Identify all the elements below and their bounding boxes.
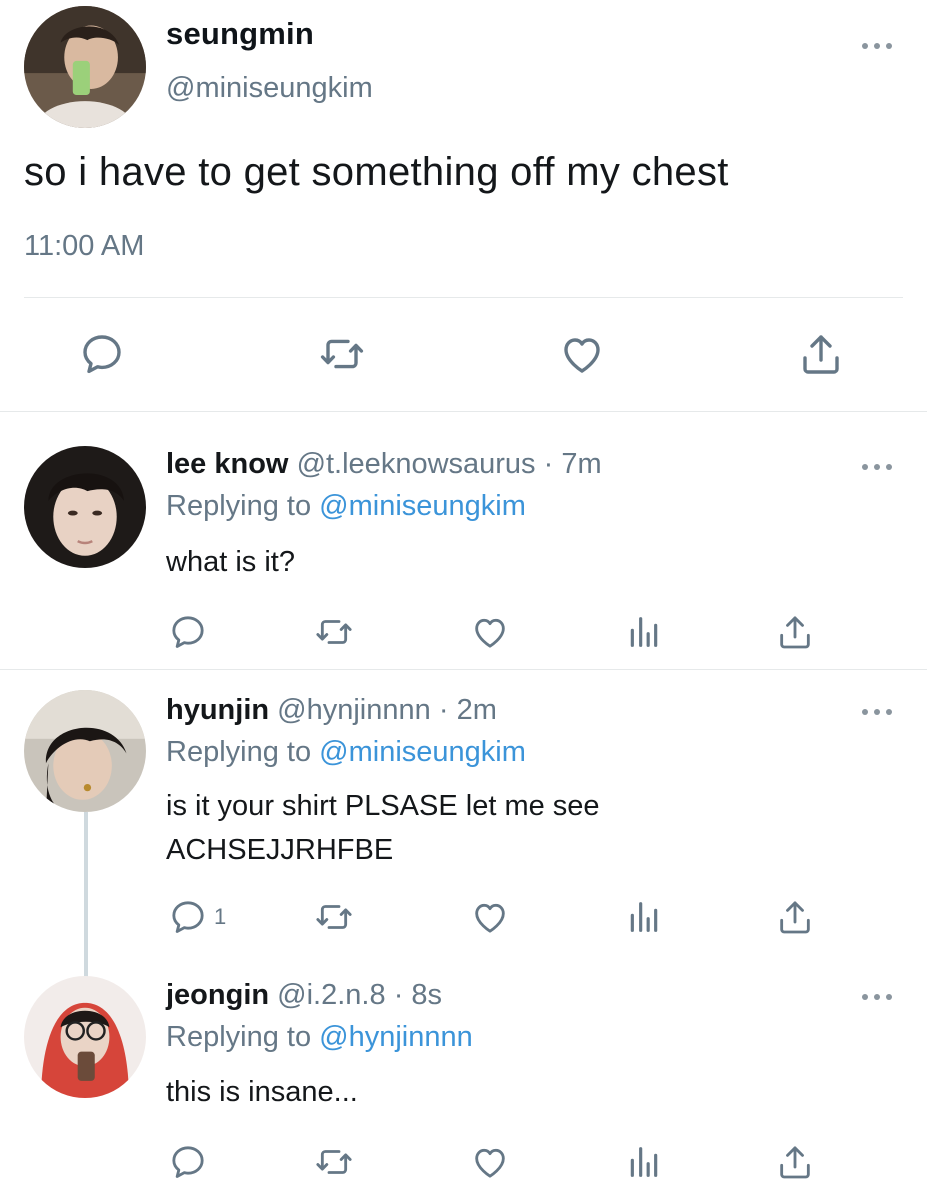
reply-header: lee know @t.leeknowsaurus · 7m	[166, 448, 602, 481]
main-handle[interactable]: @miniseungkim	[166, 72, 373, 105]
divider	[0, 411, 927, 412]
tweet-text-line: is it your shirt PLSASE let me see	[166, 790, 600, 822]
analytics-button[interactable]	[624, 897, 664, 937]
share-button[interactable]	[775, 612, 815, 652]
reply-button[interactable]	[78, 330, 126, 378]
tweet-text: is it your shirt PLSASE let me see ACHSE…	[166, 784, 600, 872]
share-icon	[775, 897, 815, 937]
reply-button[interactable]	[168, 1142, 214, 1182]
reply-icon	[168, 612, 208, 652]
more-icon[interactable]	[862, 707, 892, 717]
timestamp[interactable]: 8s	[411, 979, 442, 1011]
replying-to-link[interactable]: @miniseungkim	[319, 490, 526, 522]
analytics-icon	[624, 897, 664, 937]
replying-to-link[interactable]: @hynjinnnn	[319, 1021, 473, 1053]
reply-icon	[168, 897, 208, 937]
display-name[interactable]: jeongin	[166, 979, 269, 1011]
avatar-photo	[24, 976, 146, 1098]
timestamp[interactable]: 7m	[561, 448, 601, 480]
retweet-icon	[314, 897, 354, 937]
replying-to: Replying to @miniseungkim	[166, 490, 526, 523]
replying-label: Replying to	[166, 1021, 312, 1053]
share-button[interactable]	[775, 897, 815, 937]
retweet-button[interactable]	[314, 897, 354, 937]
handle[interactable]: @i.2.n.8	[277, 979, 385, 1011]
like-button[interactable]	[558, 330, 606, 378]
more-icon[interactable]	[862, 41, 892, 51]
separator: ·	[393, 979, 404, 1011]
avatar-photo	[24, 6, 146, 128]
like-icon	[558, 330, 606, 378]
reply-button[interactable]	[168, 612, 214, 652]
separator: ·	[438, 694, 449, 726]
separator: ·	[543, 448, 554, 480]
thread-line	[84, 812, 88, 978]
share-icon	[797, 330, 845, 378]
tweet-text-line: ACHSEJJRHFBE	[166, 834, 394, 866]
divider	[24, 297, 903, 298]
main-display-name[interactable]: seungmin	[166, 16, 314, 52]
replying-label: Replying to	[166, 736, 312, 768]
analytics-button[interactable]	[624, 612, 664, 652]
retweet-icon	[314, 612, 354, 652]
retweet-icon	[318, 330, 366, 378]
tweet-text: so i have to get something off my chest	[24, 150, 729, 194]
like-button[interactable]	[470, 612, 510, 652]
replying-label: Replying to	[166, 490, 312, 522]
retweet-button[interactable]	[314, 612, 354, 652]
share-button[interactable]	[797, 330, 845, 378]
replying-to: Replying to @hynjinnnn	[166, 1021, 473, 1054]
analytics-icon	[624, 1142, 664, 1182]
reply-header: hyunjin @hynjinnnn · 2m	[166, 694, 497, 727]
avatar-photo	[24, 446, 146, 568]
more-icon[interactable]	[862, 992, 892, 1002]
reply-button[interactable]: 1	[168, 897, 226, 937]
analytics-button[interactable]	[624, 1142, 664, 1182]
share-icon	[775, 1142, 815, 1182]
like-icon	[470, 612, 510, 652]
avatar[interactable]	[24, 976, 146, 1098]
retweet-icon	[314, 1142, 354, 1182]
share-icon	[775, 612, 815, 652]
share-button[interactable]	[775, 1142, 815, 1182]
handle[interactable]: @hynjinnnn	[277, 694, 431, 726]
more-icon[interactable]	[862, 462, 892, 472]
replying-to: Replying to @miniseungkim	[166, 736, 526, 769]
like-button[interactable]	[470, 1142, 510, 1182]
display-name[interactable]: hyunjin	[166, 694, 269, 726]
avatar[interactable]	[24, 690, 146, 812]
reply-icon	[78, 330, 126, 378]
like-icon	[470, 1142, 510, 1182]
avatar[interactable]	[24, 446, 146, 568]
like-icon	[470, 897, 510, 937]
reply-header: jeongin @i.2.n.8 · 8s	[166, 979, 442, 1012]
replying-to-link[interactable]: @miniseungkim	[319, 736, 526, 768]
tweet-text: this is insane...	[166, 1070, 358, 1114]
divider	[0, 669, 927, 670]
analytics-icon	[624, 612, 664, 652]
avatar-photo	[24, 690, 146, 812]
like-button[interactable]	[470, 897, 510, 937]
retweet-button[interactable]	[314, 1142, 354, 1182]
handle[interactable]: @t.leeknowsaurus	[297, 448, 536, 480]
retweet-button[interactable]	[318, 330, 366, 378]
reply-icon	[168, 1142, 208, 1182]
tweet-text-line: what is it?	[166, 546, 295, 578]
tweet-time[interactable]: 11:00 AM	[24, 230, 144, 263]
reply-count: 1	[214, 904, 227, 929]
timestamp[interactable]: 2m	[457, 694, 497, 726]
tweet-text-line: this is insane...	[166, 1076, 358, 1108]
display-name[interactable]: lee know	[166, 448, 289, 480]
tweet-text: what is it?	[166, 540, 295, 584]
avatar[interactable]	[24, 6, 146, 128]
